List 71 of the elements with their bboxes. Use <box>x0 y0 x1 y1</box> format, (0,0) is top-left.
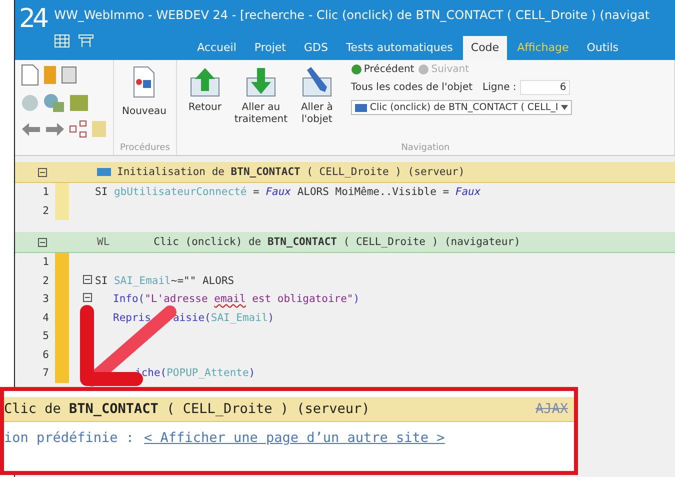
line-number: 5 <box>42 330 49 342</box>
code-text: Faux <box>455 186 481 198</box>
line-number: 7 <box>42 367 49 380</box>
code-text: SI <box>95 186 109 198</box>
window-title: WW_WebImmo - WEBDEV 24 - [recherche - Clic (onclick) de BTN_CONTACT ( CELL_Droite ) (navigat <box>53 7 651 22</box>
event-icon <box>354 104 367 112</box>
redo-icon[interactable] <box>45 122 65 136</box>
code-text: ~="" ALORS <box>170 274 234 287</box>
line-number: 3 <box>42 293 49 306</box>
document-icon[interactable] <box>21 64 39 86</box>
code-text: Repris <box>113 312 151 324</box>
group-label: Navigation <box>400 143 451 153</box>
previous-link[interactable]: Précédent <box>350 64 414 75</box>
code-text: ) <box>248 367 256 380</box>
event-title: Clic de BTN_CONTACT ( CELL_Droite ) (serveur) <box>4 401 370 417</box>
section-title: Clic (onclick) de BTN_CONTACT ( CELL_Droite ) (navigateur) <box>154 236 520 248</box>
event-dropdown[interactable]: Clic (onclick) de BTN_CONTACT ( CELL_I <box>350 100 572 115</box>
code-text: POPUP_Attente <box>166 367 249 380</box>
undo-icon[interactable] <box>21 122 41 136</box>
code-text: Info( <box>113 293 145 306</box>
code-text: ) <box>268 312 274 324</box>
navigation-button[interactable]: Retour <box>182 64 227 143</box>
new-procedure-icon <box>131 66 158 98</box>
predefined-action-label: ion prédéfinie : <box>4 430 134 446</box>
line-number: 1 <box>42 186 49 198</box>
ribbon-tab[interactable]: Projet <box>246 36 294 60</box>
collapse-icon[interactable] <box>38 238 47 246</box>
section-title: Initialisation de BTN_CONTACT ( CELL_Droite ) (serveur) <box>117 166 465 178</box>
layout-icon[interactable] <box>69 120 87 138</box>
event-icon <box>97 168 111 176</box>
pencil-icon <box>300 66 333 98</box>
ribbon-tab[interactable]: Outils <box>578 36 627 60</box>
navigation-button[interactable]: Aller à l'objet <box>294 64 339 143</box>
code-text: SAI_Email <box>114 274 171 287</box>
new-procedure-button[interactable]: Nouveau <box>120 64 168 143</box>
up-arrow-icon <box>188 66 221 98</box>
code-text: gbUtilisateurConnecté <box>114 186 247 198</box>
code-text: = <box>252 186 260 198</box>
code-text: est obligatoire" <box>251 293 354 306</box>
all-codes-link[interactable]: Tous les codes de l'objet <box>350 82 473 93</box>
predefined-action-link[interactable]: < Afficher une page d’un autre site > <box>144 430 445 446</box>
table-icon[interactable] <box>78 34 94 48</box>
down-arrow-icon <box>244 66 277 98</box>
line-number: 6 <box>42 348 49 361</box>
code-text: SAI_Email <box>210 312 268 324</box>
ribbon-tab[interactable]: Accueil <box>189 36 244 60</box>
code-text: email <box>214 293 246 306</box>
code-text: "L'adresse <box>144 293 209 306</box>
line-number: 2 <box>42 204 49 217</box>
ribbon-tab[interactable]: GDS <box>296 36 336 60</box>
ribbon-tab[interactable]: Code <box>462 36 508 60</box>
line-label: Ligne : <box>482 82 516 93</box>
language-label: WL <box>97 236 110 248</box>
collapse-icon[interactable] <box>38 168 47 176</box>
fold-icon[interactable] <box>83 293 92 302</box>
code-text: Faux <box>266 186 291 198</box>
code-text: ALORS MoiMême..Visible = <box>296 186 450 198</box>
code-text: aisie( <box>172 312 211 324</box>
grid-icon[interactable] <box>54 34 70 48</box>
code-text: ) <box>353 293 360 306</box>
app-logo: 24 <box>18 3 48 36</box>
code-text: SI <box>95 274 109 287</box>
caret-icon <box>561 105 568 110</box>
fold-icon[interactable] <box>83 274 92 284</box>
line-field[interactable]: 6 <box>520 80 570 95</box>
group-label: Procédures <box>120 143 170 153</box>
line-number: 1 <box>42 256 49 268</box>
line-number: 2 <box>42 274 49 287</box>
line-number: 4 <box>42 312 49 324</box>
ribbon-tab[interactable]: Tests automatiques <box>338 36 461 60</box>
navigation-button[interactable]: Aller au traitement <box>232 64 289 143</box>
